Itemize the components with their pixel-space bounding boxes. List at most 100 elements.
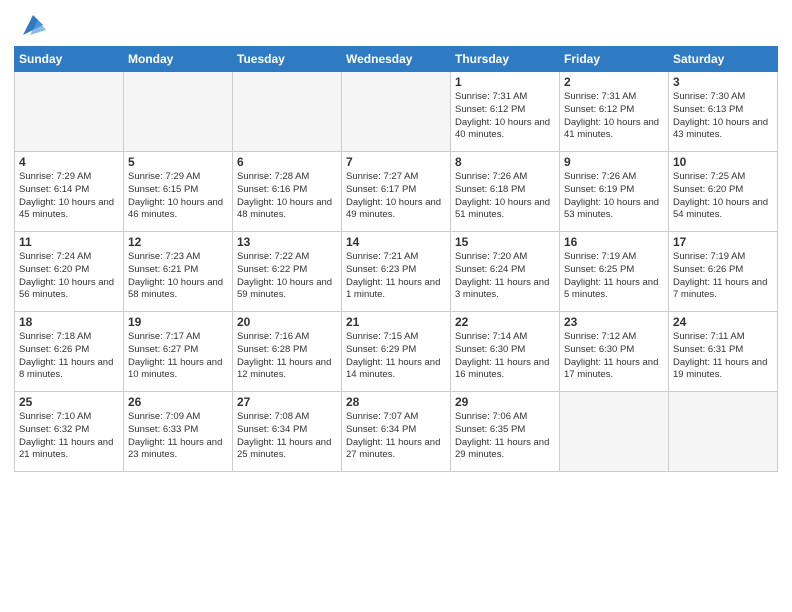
day-number: 28 [346, 395, 446, 409]
calendar-cell: 7 Sunrise: 7:27 AMSunset: 6:17 PMDaylight… [342, 152, 451, 232]
day-info: Sunrise: 7:28 AMSunset: 6:16 PMDaylight:… [237, 171, 337, 222]
calendar-week-row: 18 Sunrise: 7:18 AMSunset: 6:26 PMDayligh… [15, 312, 778, 392]
day-info: Sunrise: 7:06 AMSunset: 6:35 PMDaylight:… [455, 411, 555, 462]
col-header-monday: Monday [124, 47, 233, 72]
day-number: 5 [128, 155, 228, 169]
day-info: Sunrise: 7:11 AMSunset: 6:31 PMDaylight:… [673, 331, 773, 382]
day-info: Sunrise: 7:09 AMSunset: 6:33 PMDaylight:… [128, 411, 228, 462]
calendar-cell: 5 Sunrise: 7:29 AMSunset: 6:15 PMDaylight… [124, 152, 233, 232]
page-header [14, 10, 778, 40]
day-info: Sunrise: 7:30 AMSunset: 6:13 PMDaylight:… [673, 91, 773, 142]
calendar-cell: 26 Sunrise: 7:09 AMSunset: 6:33 PMDayligh… [124, 392, 233, 472]
day-number: 16 [564, 235, 664, 249]
day-info: Sunrise: 7:20 AMSunset: 6:24 PMDaylight:… [455, 251, 555, 302]
day-info: Sunrise: 7:22 AMSunset: 6:22 PMDaylight:… [237, 251, 337, 302]
calendar-cell: 10Sunrise: 7:25 AMSunset: 6:20 PMDayligh… [669, 152, 778, 232]
day-info: Sunrise: 7:08 AMSunset: 6:34 PMDaylight:… [237, 411, 337, 462]
day-number: 24 [673, 315, 773, 329]
calendar-cell: 27Sunrise: 7:08 AMSunset: 6:34 PMDayligh… [233, 392, 342, 472]
col-header-tuesday: Tuesday [233, 47, 342, 72]
day-number: 14 [346, 235, 446, 249]
calendar-cell: 2 Sunrise: 7:31 AMSunset: 6:12 PMDaylight… [560, 72, 669, 152]
col-header-sunday: Sunday [15, 47, 124, 72]
col-header-thursday: Thursday [451, 47, 560, 72]
day-info: Sunrise: 7:17 AMSunset: 6:27 PMDaylight:… [128, 331, 228, 382]
calendar-cell [15, 72, 124, 152]
day-number: 25 [19, 395, 119, 409]
calendar-cell: 6 Sunrise: 7:28 AMSunset: 6:16 PMDaylight… [233, 152, 342, 232]
calendar-cell [233, 72, 342, 152]
day-info: Sunrise: 7:16 AMSunset: 6:28 PMDaylight:… [237, 331, 337, 382]
day-number: 3 [673, 75, 773, 89]
logo [14, 10, 48, 40]
day-info: Sunrise: 7:18 AMSunset: 6:26 PMDaylight:… [19, 331, 119, 382]
day-number: 21 [346, 315, 446, 329]
calendar-week-row: 25 Sunrise: 7:10 AMSunset: 6:32 PMDayligh… [15, 392, 778, 472]
day-number: 2 [564, 75, 664, 89]
calendar-cell: 16 Sunrise: 7:19 AMSunset: 6:25 PMDayligh… [560, 232, 669, 312]
calendar-cell: 19 Sunrise: 7:17 AMSunset: 6:27 PMDayligh… [124, 312, 233, 392]
calendar-cell: 12 Sunrise: 7:23 AMSunset: 6:21 PMDayligh… [124, 232, 233, 312]
day-info: Sunrise: 7:19 AMSunset: 6:25 PMDaylight:… [564, 251, 664, 302]
day-number: 6 [237, 155, 337, 169]
col-header-friday: Friday [560, 47, 669, 72]
day-info: Sunrise: 7:12 AMSunset: 6:30 PMDaylight:… [564, 331, 664, 382]
day-info: Sunrise: 7:21 AMSunset: 6:23 PMDaylight:… [346, 251, 446, 302]
day-info: Sunrise: 7:23 AMSunset: 6:21 PMDaylight:… [128, 251, 228, 302]
day-info: Sunrise: 7:14 AMSunset: 6:30 PMDaylight:… [455, 331, 555, 382]
day-number: 22 [455, 315, 555, 329]
calendar-cell: 14 Sunrise: 7:21 AMSunset: 6:23 PMDayligh… [342, 232, 451, 312]
calendar-cell: 24 Sunrise: 7:11 AMSunset: 6:31 PMDayligh… [669, 312, 778, 392]
day-number: 18 [19, 315, 119, 329]
day-number: 26 [128, 395, 228, 409]
calendar-cell: 29 Sunrise: 7:06 AMSunset: 6:35 PMDayligh… [451, 392, 560, 472]
day-number: 12 [128, 235, 228, 249]
day-number: 15 [455, 235, 555, 249]
calendar-cell: 18 Sunrise: 7:18 AMSunset: 6:26 PMDayligh… [15, 312, 124, 392]
day-info: Sunrise: 7:29 AMSunset: 6:15 PMDaylight:… [128, 171, 228, 222]
day-number: 7 [346, 155, 446, 169]
logo-icon [18, 10, 48, 40]
day-info: Sunrise: 7:26 AMSunset: 6:18 PMDaylight:… [455, 171, 555, 222]
calendar-cell [669, 392, 778, 472]
calendar-header-row: SundayMondayTuesdayWednesdayThursdayFrid… [15, 47, 778, 72]
col-header-wednesday: Wednesday [342, 47, 451, 72]
day-number: 19 [128, 315, 228, 329]
day-number: 8 [455, 155, 555, 169]
day-info: Sunrise: 7:07 AMSunset: 6:34 PMDaylight:… [346, 411, 446, 462]
calendar-cell: 21 Sunrise: 7:15 AMSunset: 6:29 PMDayligh… [342, 312, 451, 392]
day-number: 13 [237, 235, 337, 249]
day-number: 17 [673, 235, 773, 249]
day-info: Sunrise: 7:31 AMSunset: 6:12 PMDaylight:… [455, 91, 555, 142]
calendar-cell: 17Sunrise: 7:19 AMSunset: 6:26 PMDayligh… [669, 232, 778, 312]
calendar-week-row: 11Sunrise: 7:24 AMSunset: 6:20 PMDayligh… [15, 232, 778, 312]
calendar-week-row: 4 Sunrise: 7:29 AMSunset: 6:14 PMDaylight… [15, 152, 778, 232]
day-info: Sunrise: 7:27 AMSunset: 6:17 PMDaylight:… [346, 171, 446, 222]
col-header-saturday: Saturday [669, 47, 778, 72]
calendar-cell: 20 Sunrise: 7:16 AMSunset: 6:28 PMDayligh… [233, 312, 342, 392]
day-info: Sunrise: 7:31 AMSunset: 6:12 PMDaylight:… [564, 91, 664, 142]
calendar-cell [124, 72, 233, 152]
calendar-cell: 9 Sunrise: 7:26 AMSunset: 6:19 PMDaylight… [560, 152, 669, 232]
calendar-cell [560, 392, 669, 472]
page-container: SundayMondayTuesdayWednesdayThursdayFrid… [0, 0, 792, 482]
calendar-cell: 13 Sunrise: 7:22 AMSunset: 6:22 PMDayligh… [233, 232, 342, 312]
day-number: 20 [237, 315, 337, 329]
day-number: 4 [19, 155, 119, 169]
calendar-cell: 11Sunrise: 7:24 AMSunset: 6:20 PMDayligh… [15, 232, 124, 312]
day-number: 29 [455, 395, 555, 409]
calendar-cell: 28 Sunrise: 7:07 AMSunset: 6:34 PMDayligh… [342, 392, 451, 472]
day-info: Sunrise: 7:26 AMSunset: 6:19 PMDaylight:… [564, 171, 664, 222]
calendar-cell: 4 Sunrise: 7:29 AMSunset: 6:14 PMDaylight… [15, 152, 124, 232]
calendar-cell [342, 72, 451, 152]
day-info: Sunrise: 7:10 AMSunset: 6:32 PMDaylight:… [19, 411, 119, 462]
calendar-cell: 25 Sunrise: 7:10 AMSunset: 6:32 PMDayligh… [15, 392, 124, 472]
day-info: Sunrise: 7:29 AMSunset: 6:14 PMDaylight:… [19, 171, 119, 222]
calendar-cell: 23Sunrise: 7:12 AMSunset: 6:30 PMDayligh… [560, 312, 669, 392]
calendar-week-row: 1Sunrise: 7:31 AMSunset: 6:12 PMDaylight… [15, 72, 778, 152]
day-number: 9 [564, 155, 664, 169]
calendar-cell: 1Sunrise: 7:31 AMSunset: 6:12 PMDaylight… [451, 72, 560, 152]
day-info: Sunrise: 7:25 AMSunset: 6:20 PMDaylight:… [673, 171, 773, 222]
day-info: Sunrise: 7:15 AMSunset: 6:29 PMDaylight:… [346, 331, 446, 382]
calendar-cell: 15 Sunrise: 7:20 AMSunset: 6:24 PMDayligh… [451, 232, 560, 312]
